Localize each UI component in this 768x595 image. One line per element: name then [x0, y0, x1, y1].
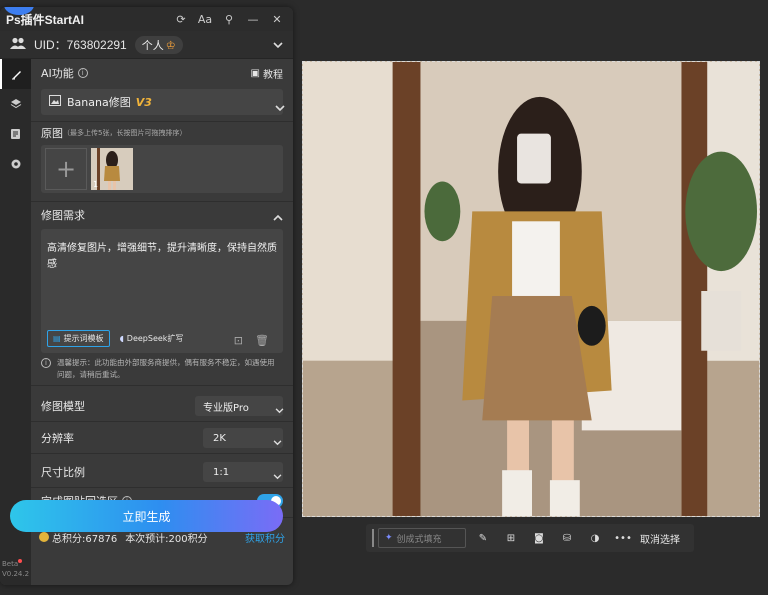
model-label: 修图模型	[41, 400, 85, 413]
original-hint: （最多上传5张，长按图片可拖拽排序）	[63, 129, 187, 137]
brush-select-icon[interactable]: ✎	[472, 528, 494, 548]
fill-bucket-icon[interactable]: ⛁	[556, 528, 578, 548]
nav-history[interactable]	[0, 119, 31, 149]
user-bar[interactable]: UID：763802291 个人 ♔	[0, 31, 293, 59]
deepseek-icon: ◖	[119, 334, 124, 343]
nav-layers[interactable]	[0, 89, 31, 119]
image-icon	[49, 95, 61, 109]
request-textarea[interactable]: 高清修复图片，增强细节，提升清晰度，保持自然质感 ▤ 提示词模板 ◖ DeepSee…	[41, 229, 283, 353]
pin-icon[interactable]: ⚲	[219, 9, 239, 29]
plugin-title: Ps插件StartAI	[6, 12, 85, 27]
layers-icon	[10, 95, 22, 114]
ai-function-label: AI功能 i	[41, 65, 88, 81]
generative-fill-button[interactable]: ✦ 创成式填充	[378, 528, 466, 548]
transform-selection-icon[interactable]: ⊞	[500, 528, 522, 548]
more-icon[interactable]: •••	[612, 528, 634, 548]
canvas-selection[interactable]	[302, 61, 760, 517]
ratio-label: 尺寸比例	[41, 466, 85, 479]
ratio-select[interactable]: 1:1	[203, 462, 283, 482]
brush-icon	[11, 65, 23, 84]
coin-icon	[39, 532, 49, 542]
gear-icon	[10, 155, 22, 174]
nav-settings[interactable]	[0, 149, 31, 179]
startai-plugin-window: Ps插件StartAI ⟳ Aa ⚲ — ✕ UID：763802291 个人 ♔…	[0, 7, 293, 585]
account-badge: 个人 ♔	[134, 35, 183, 54]
drag-handle[interactable]	[372, 529, 374, 547]
warm-tip: i 温馨提示：此功能由外部服务商提供，偶有服务不稳定，如遇使用问题，请稍后重试。	[41, 357, 281, 381]
photo-image	[303, 62, 759, 516]
close-icon[interactable]: ✕	[267, 9, 287, 29]
cancel-selection-button[interactable]: 取消选择	[640, 531, 680, 546]
original-label: 原图	[41, 127, 63, 140]
user-group-icon	[10, 37, 26, 52]
request-text: 高清修复图片，增强细节，提升清晰度，保持自然质感	[47, 243, 277, 270]
generate-button[interactable]: 立即生成	[10, 500, 283, 532]
mask-icon[interactable]: ◙	[528, 528, 550, 548]
version-info: Beta V0.24.2	[2, 559, 30, 578]
template-icon: ▤	[53, 334, 61, 343]
model-select[interactable]: 专业版Pro	[195, 396, 284, 416]
sparkle-icon: ✦	[385, 533, 393, 543]
info-icon: i	[77, 68, 88, 78]
image-thumbnail[interactable]: 1	[91, 148, 133, 190]
chevron-down-icon[interactable]	[273, 38, 283, 52]
request-label: 修图需求	[41, 209, 85, 222]
resolution-select[interactable]: 2K	[203, 428, 283, 448]
save-template-icon[interactable]: ⊡	[234, 334, 243, 347]
update-dot-icon	[18, 559, 23, 563]
prompt-template-button[interactable]: ▤ 提示词模板	[47, 330, 110, 347]
model-name: Banana修图	[67, 96, 131, 109]
contextual-taskbar: ✦ 创成式填充 ✎ ⊞ ◙ ⛁ ◑ ••• 取消选择	[366, 524, 694, 552]
model-version: V3	[135, 95, 152, 109]
upload-area: + 1	[41, 145, 283, 193]
resolution-label: 分辨率	[41, 432, 74, 445]
deepseek-button[interactable]: ◖ DeepSeek扩写	[120, 333, 184, 344]
info-icon: i	[41, 358, 51, 368]
minimize-icon[interactable]: —	[243, 9, 263, 29]
trash-icon[interactable]: 🗑	[255, 334, 269, 347]
user-id: UID：763802291	[34, 38, 127, 52]
refresh-icon[interactable]: ⟳	[171, 9, 191, 29]
adjustment-icon[interactable]: ◑	[584, 528, 606, 548]
crown-icon: ♔	[165, 38, 176, 52]
font-size-icon[interactable]: Aa	[195, 9, 215, 29]
document-icon	[10, 125, 21, 144]
thumbnail-index: 1	[93, 180, 99, 189]
ai-function-select[interactable]: Banana修图 V3	[41, 89, 285, 115]
add-image-button[interactable]: +	[45, 148, 87, 190]
nav-edit[interactable]	[0, 59, 31, 89]
chevron-up-icon[interactable]	[273, 206, 283, 225]
plugin-titlebar[interactable]: Ps插件StartAI ⟳ Aa ⚲ — ✕	[0, 7, 293, 31]
book-icon: ▣	[250, 67, 260, 79]
tutorial-link[interactable]: ▣ 教程	[251, 66, 283, 81]
